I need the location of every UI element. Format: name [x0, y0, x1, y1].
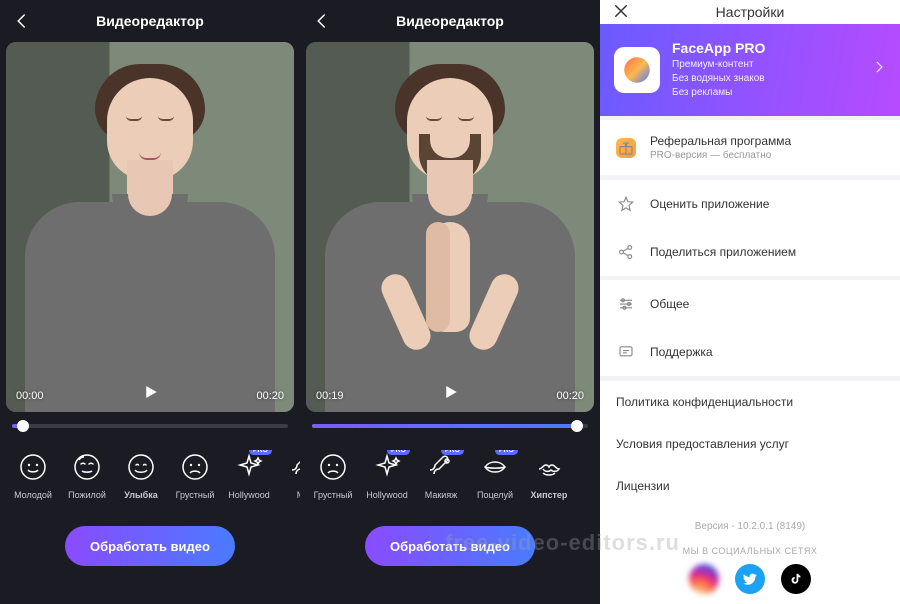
play-button[interactable] — [436, 378, 464, 406]
play-button[interactable] — [136, 378, 164, 406]
face-sad-icon — [178, 450, 212, 484]
filter-label: Молодой — [14, 490, 52, 500]
twitter-icon[interactable] — [735, 564, 765, 594]
rate-row[interactable]: Оценить приложение — [600, 180, 900, 228]
star-icon — [616, 194, 636, 214]
filter-sad[interactable]: Грустный — [308, 450, 358, 500]
editor-panel-right: Видеоредактор 00:19 00:20 Грустный PRO Hol… — [300, 0, 600, 604]
brush-icon — [424, 450, 458, 484]
chevron-right-icon — [872, 60, 886, 79]
filter-strip: Грустный PRO Hollywood PRO Макияж PRO Поцелуй Х… — [308, 450, 600, 500]
row-label: Оценить приложение — [650, 197, 769, 211]
face-sad-icon — [316, 450, 350, 484]
filter-young[interactable]: Молодой — [8, 450, 58, 500]
row-label: Общее — [650, 297, 689, 311]
social-header: МЫ В СОЦИАЛЬНЫХ СЕТЯХ — [600, 538, 900, 564]
filter-label: Макияж — [425, 490, 457, 500]
face-old-icon — [70, 450, 104, 484]
filter-sad[interactable]: Грустный — [170, 450, 220, 500]
terms-row[interactable]: Условия предоставления услуг — [600, 423, 900, 465]
time-start: 00:00 — [16, 390, 44, 402]
pro-badge: PRO — [495, 450, 518, 455]
mustache-icon — [532, 450, 566, 484]
header: Видеоредактор — [0, 0, 300, 42]
page-title: Видеоредактор — [34, 13, 266, 29]
time-end: 00:20 — [556, 390, 584, 402]
faceapp-logo-icon — [614, 47, 660, 93]
privacy-row[interactable]: Политика конфиденциальности — [600, 381, 900, 423]
general-row[interactable]: Общее — [600, 280, 900, 328]
pro-banner-text: FaceApp PRO Премиум-контентБез водяных з… — [672, 40, 765, 100]
pro-badge: PRO — [249, 450, 272, 455]
row-label: Реферальная программа — [650, 134, 791, 148]
time-start: 00:19 — [316, 390, 344, 402]
process-video-button[interactable]: Обработать видео — [365, 526, 535, 566]
filter-label: Хипстер — [531, 490, 568, 500]
support-row[interactable]: Поддержка — [600, 328, 900, 376]
face-happy-icon — [16, 450, 50, 484]
version-label: Версия - 10.2.0.1 (8149) — [600, 507, 900, 538]
filter-hollywood[interactable]: PRO Hollywood — [362, 450, 412, 500]
filter-hipster[interactable]: Хипстер — [524, 450, 574, 500]
sparkle-icon — [370, 450, 404, 484]
gift-icon — [616, 138, 636, 158]
settings-panel: Настройки FaceApp PRO Премиум-контентБез… — [600, 0, 900, 604]
filter-label: Hollywood — [228, 490, 270, 500]
video-preview[interactable]: 00:00 00:20 — [6, 42, 294, 412]
filter-old[interactable]: Пожилой — [62, 450, 112, 500]
chat-icon — [616, 342, 636, 362]
header: Видеоредактор — [300, 0, 600, 42]
social-buttons — [600, 564, 900, 604]
close-button[interactable] — [612, 2, 632, 22]
timeline-slider[interactable] — [312, 424, 588, 428]
back-button[interactable] — [310, 9, 334, 33]
tiktok-icon[interactable] — [781, 564, 811, 594]
pro-banner[interactable]: FaceApp PRO Премиум-контентБез водяных з… — [600, 24, 900, 116]
filter-label: Грустный — [314, 490, 353, 500]
row-label: Поделиться приложением — [650, 245, 796, 259]
timeline-slider[interactable] — [12, 424, 288, 428]
pro-badge: PRO — [441, 450, 464, 455]
filter-label: Пожилой — [68, 490, 106, 500]
sliders-icon — [616, 294, 636, 314]
face-smile-icon — [124, 450, 158, 484]
header: Настройки — [600, 0, 900, 24]
row-sublabel: PRO-версия — бесплатно — [650, 150, 791, 161]
filter-makeup[interactable]: PRO Макияж — [416, 450, 466, 500]
page-title: Настройки — [632, 4, 868, 20]
page-title: Видеоредактор — [334, 13, 566, 29]
share-icon — [616, 242, 636, 262]
instagram-icon[interactable] — [689, 564, 719, 594]
licenses-row[interactable]: Лицензии — [600, 465, 900, 507]
filter-label: Грустный — [176, 490, 215, 500]
filter-hollywood[interactable]: PRO Hollywood — [224, 450, 274, 500]
filter-strip: Молодой Пожилой Улыбка Грустный PRO Hollywood… — [8, 450, 300, 500]
filter-makeup[interactable]: Ма — [278, 450, 300, 500]
share-row[interactable]: Поделиться приложением — [600, 228, 900, 276]
filter-kiss[interactable]: PRO Поцелуй — [470, 450, 520, 500]
filter-label: Улыбка — [124, 490, 158, 500]
referral-row[interactable]: Реферальная программа PRO-версия — беспла… — [600, 120, 900, 175]
editor-panel-left: Видеоредактор 00:00 00:20 Молодой Пожилой… — [0, 0, 300, 604]
filter-label: Hollywood — [366, 490, 408, 500]
pro-badge: PRO — [387, 450, 410, 455]
video-preview[interactable]: 00:19 00:20 — [306, 42, 594, 412]
time-end: 00:20 — [256, 390, 284, 402]
lips-icon — [478, 450, 512, 484]
sparkle-icon — [232, 450, 266, 484]
process-video-button[interactable]: Обработать видео — [65, 526, 235, 566]
filter-label: Поцелуй — [477, 490, 513, 500]
filter-smile[interactable]: Улыбка — [116, 450, 166, 500]
row-label: Поддержка — [650, 345, 713, 359]
back-button[interactable] — [10, 9, 34, 33]
brush-icon — [286, 450, 300, 484]
